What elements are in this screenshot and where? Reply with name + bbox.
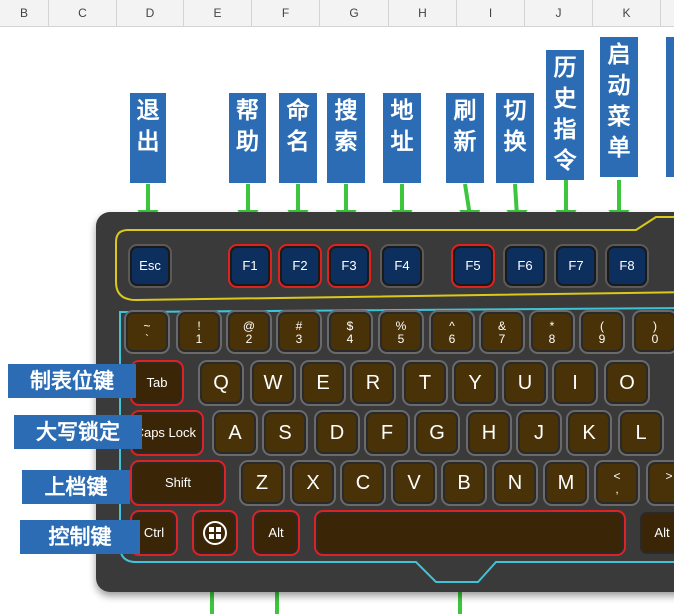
- key-6[interactable]: ^ 6: [431, 312, 473, 352]
- key-0-bottom: 0: [651, 332, 659, 346]
- key-z[interactable]: Z: [241, 462, 283, 504]
- key-y[interactable]: Y: [454, 362, 496, 404]
- key-a[interactable]: A: [214, 412, 256, 454]
- key-9[interactable]: (9: [581, 312, 623, 352]
- key-1[interactable]: ! 1: [178, 312, 220, 352]
- label-tab-key: 制表位键: [8, 364, 136, 398]
- key-8-top: *: [549, 319, 555, 333]
- key-comma-top: <: [613, 469, 621, 483]
- key-3-bottom: 3: [295, 332, 303, 346]
- key-o[interactable]: O: [606, 362, 648, 404]
- key-5[interactable]: % 5: [380, 312, 422, 352]
- key-2-top: @: [242, 319, 256, 333]
- key-alt-left[interactable]: Alt: [254, 512, 298, 554]
- key-6-bottom: 6: [448, 332, 456, 346]
- key-t[interactable]: T: [404, 362, 446, 404]
- key-alt-right[interactable]: Alt: [640, 512, 674, 554]
- key-5-top: %: [395, 319, 407, 333]
- key-b[interactable]: B: [443, 462, 485, 504]
- key-windows[interactable]: [194, 512, 236, 554]
- key-k[interactable]: K: [568, 412, 610, 454]
- key-c[interactable]: C: [342, 462, 384, 504]
- key-u[interactable]: U: [504, 362, 546, 404]
- key-tilde[interactable]: ~ `: [126, 312, 168, 352]
- key-m[interactable]: M: [545, 462, 587, 504]
- key-h[interactable]: H: [468, 412, 510, 454]
- key-0[interactable]: ) 0: [634, 312, 674, 352]
- key-8[interactable]: * 8: [531, 312, 573, 352]
- key-0-top: ): [653, 319, 657, 333]
- key-f1[interactable]: F1: [230, 246, 270, 286]
- key-comma-bottom: ,: [615, 482, 619, 496]
- key-f3[interactable]: F3: [329, 246, 369, 286]
- key-3-top: #: [295, 319, 303, 333]
- key-period-top: >: [665, 469, 673, 483]
- key-v[interactable]: V: [393, 462, 435, 504]
- key-1-top: !: [197, 319, 201, 333]
- key-w[interactable]: W: [252, 362, 294, 404]
- windows-icon: [203, 521, 227, 545]
- key-3[interactable]: #3: [278, 312, 320, 352]
- key-4-top: $: [346, 319, 354, 333]
- key-x[interactable]: X: [292, 462, 334, 504]
- key-shift[interactable]: Shift: [132, 462, 224, 504]
- key-space[interactable]: [316, 512, 624, 554]
- key-6-top: ^: [449, 319, 455, 333]
- key-5-bottom: 5: [397, 332, 405, 346]
- key-7[interactable]: & 7: [481, 312, 523, 352]
- key-9-bottom: 9: [598, 332, 606, 346]
- label-caps-lock: 大写锁定: [14, 415, 142, 449]
- key-9-top: (: [600, 319, 604, 333]
- key-tilde-top: ~: [143, 319, 151, 333]
- key-e[interactable]: E: [302, 362, 344, 404]
- key-f6[interactable]: F6: [505, 246, 545, 286]
- label-control-key: 控制键: [20, 520, 140, 554]
- key-2-bottom: 2: [245, 332, 253, 346]
- key-period[interactable]: >: [648, 462, 674, 504]
- key-caps-lock[interactable]: Caps Lock: [132, 412, 202, 454]
- key-l[interactable]: L: [620, 412, 662, 454]
- key-f7[interactable]: F7: [556, 246, 596, 286]
- key-comma[interactable]: <,: [596, 462, 638, 504]
- key-4-bottom: 4: [346, 332, 354, 346]
- key-8-bottom: 8: [548, 332, 556, 346]
- key-1-bottom: 1: [195, 332, 203, 346]
- key-q[interactable]: Q: [200, 362, 242, 404]
- key-2[interactable]: @2: [228, 312, 270, 352]
- key-7-top: &: [497, 319, 506, 333]
- key-7-bottom: 7: [498, 332, 506, 346]
- key-4[interactable]: $4: [329, 312, 371, 352]
- key-f2[interactable]: F2: [280, 246, 320, 286]
- label-shift-key: 上档键: [22, 470, 130, 504]
- key-g[interactable]: G: [416, 412, 458, 454]
- key-esc[interactable]: Esc: [130, 246, 170, 286]
- key-j[interactable]: J: [518, 412, 560, 454]
- key-i[interactable]: I: [554, 362, 596, 404]
- key-tab[interactable]: Tab: [132, 362, 182, 404]
- key-s[interactable]: S: [264, 412, 306, 454]
- key-n[interactable]: N: [494, 462, 536, 504]
- key-f[interactable]: F: [366, 412, 408, 454]
- key-d[interactable]: D: [316, 412, 358, 454]
- key-tilde-bottom: `: [145, 332, 149, 346]
- key-f4[interactable]: F4: [382, 246, 422, 286]
- keyboard-body: Esc F1 F2 F3 F4 F5 F6 F7 F8 ~ ` ! 1 @2 #3 …: [96, 212, 674, 592]
- key-r[interactable]: R: [352, 362, 394, 404]
- key-f8[interactable]: F8: [607, 246, 647, 286]
- key-f5[interactable]: F5: [453, 246, 493, 286]
